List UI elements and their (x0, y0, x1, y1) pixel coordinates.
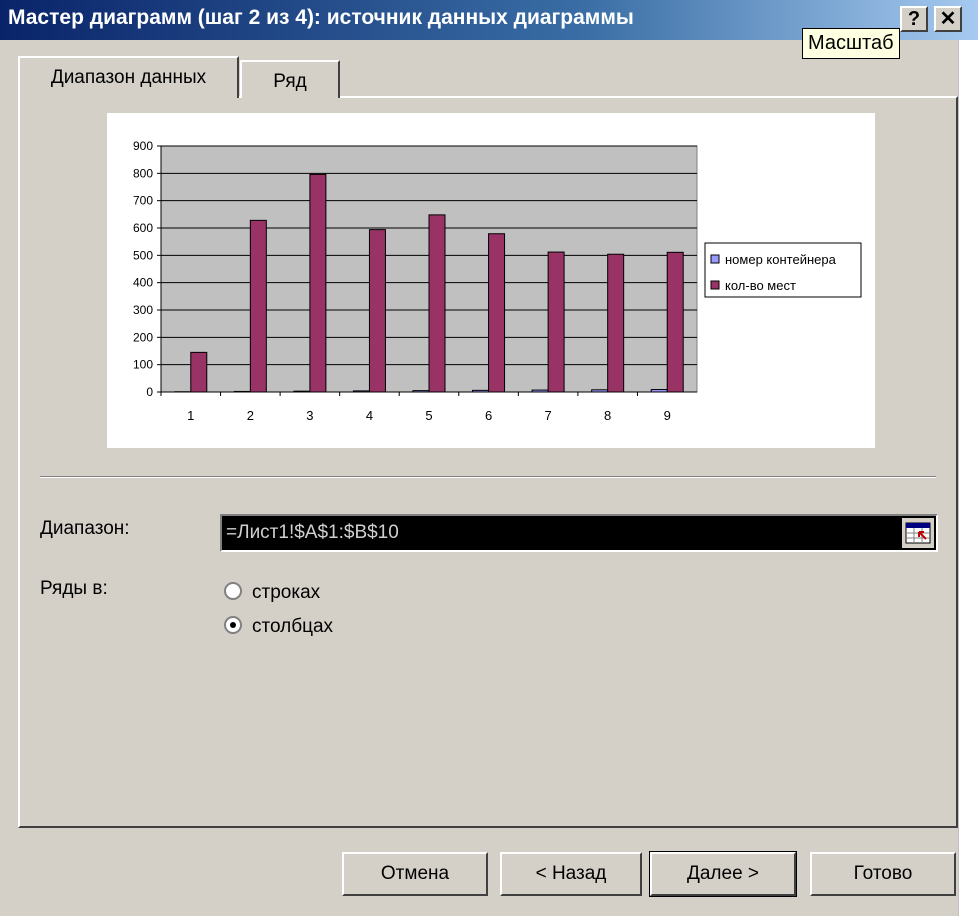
chart-wizard-dialog: Мастер диаграмм (шаг 2 из 4): источник д… (0, 0, 978, 916)
cancel-button[interactable]: Отмена (342, 852, 488, 896)
back-button[interactable]: < Назад (500, 852, 642, 896)
help-button[interactable]: ? (900, 6, 928, 32)
tooltip: Масштаб (802, 28, 900, 59)
tab-series[interactable]: Ряд (240, 60, 340, 98)
tab-panel (18, 96, 958, 828)
window-title: Мастер диаграмм (шаг 2 из 4): источник д… (8, 6, 634, 29)
background-sheet-edge (958, 40, 978, 916)
close-button[interactable]: ✕ (934, 6, 962, 32)
tab-data-range[interactable]: Диапазон данных (18, 56, 239, 98)
next-button[interactable]: Далее > (649, 851, 797, 897)
finish-button[interactable]: Готово (810, 852, 956, 896)
